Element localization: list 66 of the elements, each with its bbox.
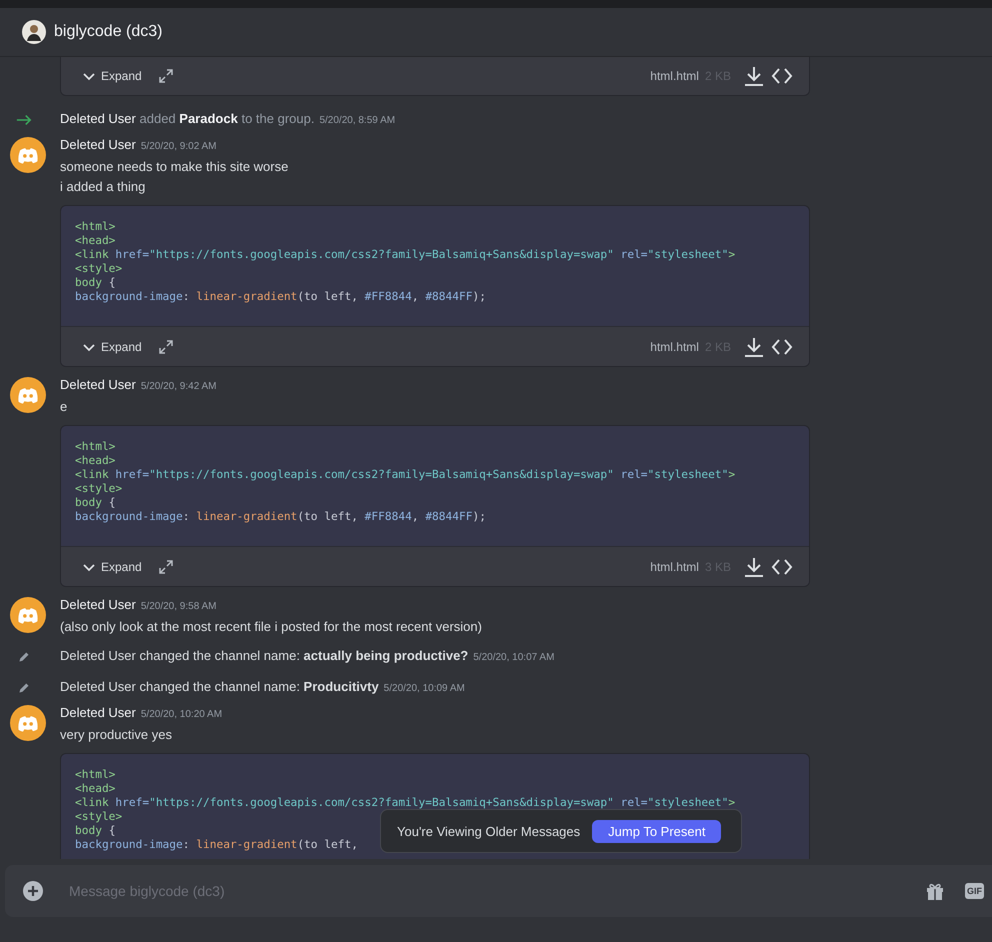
code-icon[interactable]	[771, 66, 793, 86]
code-line: background-image: linear-gradient(to left, #FF8844, #8844FF);	[75, 510, 486, 524]
expand-button[interactable]: Expand	[81, 68, 142, 84]
expand-button[interactable]: Expand	[81, 338, 142, 354]
download-icon[interactable]	[743, 336, 765, 356]
code-line: body {	[75, 276, 116, 290]
system-message: Deleted User changed the channel name: Producitivty	[60, 678, 379, 695]
timestamp: 5/20/20, 9:42 AM	[140, 380, 216, 394]
code-line: <html>	[75, 220, 116, 234]
system-message: Deleted User changed the channel name: actually being productive?	[60, 647, 468, 664]
file-name: html.html	[650, 560, 699, 574]
avatar-icon	[10, 137, 46, 173]
timestamp: 5/20/20, 9:02 AM	[140, 140, 216, 154]
gif-button[interactable]: GIF	[965, 883, 984, 899]
avatar-icon	[10, 377, 46, 413]
message-input[interactable]: Message biglycode (dc3) GIF	[5, 865, 992, 917]
code-line: background-image: linear-gradient(to left, #FF8844, #8844FF);	[75, 290, 486, 304]
author-name[interactable]: Deleted User	[60, 137, 136, 153]
timestamp: 5/20/20, 10:07 AM	[473, 651, 554, 665]
code-icon[interactable]	[771, 336, 793, 356]
jump-to-present-button[interactable]: Jump To Present	[592, 820, 722, 842]
file-name: html.html	[650, 68, 699, 82]
code-icon[interactable]	[771, 556, 793, 576]
timestamp: 5/20/20, 9:58 AM	[140, 600, 216, 614]
message-text: e	[60, 399, 68, 415]
code-line: <style>	[75, 482, 122, 496]
timestamp: 5/20/20, 10:09 AM	[384, 682, 465, 696]
message-text: very productive yes	[60, 727, 173, 743]
fullscreen-icon[interactable]	[158, 338, 174, 354]
fullscreen-icon[interactable]	[158, 68, 174, 84]
download-icon[interactable]	[743, 556, 765, 576]
code-line: <style>	[75, 262, 122, 276]
code-line: <html>	[75, 440, 116, 454]
arrow-icon	[16, 114, 32, 126]
message-text: someone needs to make this site worse	[60, 159, 288, 175]
gift-icon[interactable]	[925, 881, 945, 901]
timestamp: 5/20/20, 10:20 AM	[140, 708, 222, 722]
code-line: <link href="https://fonts.googleapis.com/css2?family=Balsamiq+Sans&display=swap" rel="stylesheet">	[75, 248, 736, 262]
file-name: html.html	[650, 340, 699, 354]
code-line: <link href="https://fonts.googleapis.com/css2?family=Balsamiq+Sans&display=swap" rel="stylesheet">	[75, 796, 736, 810]
avatar-icon	[22, 20, 46, 44]
input-placeholder: Message biglycode (dc3)	[69, 883, 225, 899]
author-name[interactable]: Deleted User	[60, 377, 136, 393]
system-message: Deleted User added Paradock to the group.	[60, 110, 314, 127]
timestamp: 5/20/20, 8:59 AM	[319, 114, 396, 128]
code-line: background-image: linear-gradient(to left,	[75, 838, 358, 852]
fullscreen-icon[interactable]	[158, 558, 174, 574]
expand-button[interactable]: Expand	[81, 558, 142, 574]
code-line: <link href="https://fonts.googleapis.com/css2?family=Balsamiq+Sans&display=swap" rel="stylesheet">	[75, 468, 736, 482]
code-line: <head>	[75, 454, 116, 468]
code-line: body {	[75, 824, 116, 838]
author-name[interactable]: Deleted User	[60, 597, 136, 613]
code-line: body {	[75, 496, 116, 510]
avatar-icon	[10, 705, 46, 741]
code-line: <head>	[75, 234, 116, 248]
add-icon[interactable]	[23, 881, 43, 901]
avatar-icon	[10, 597, 46, 633]
code-line: <head>	[75, 782, 116, 796]
code-line: <html>	[75, 768, 116, 782]
download-icon[interactable]	[743, 66, 765, 86]
message-text: (also only look at the most recent file i posted for the most recent version)	[60, 619, 482, 635]
author-name[interactable]: Deleted User	[60, 705, 136, 721]
code-line: <style>	[75, 810, 122, 824]
channel-title: biglycode (dc3)	[54, 23, 162, 41]
message-text: i added a thing	[60, 179, 146, 195]
notice-text: You're Viewing Older Messages	[397, 824, 580, 838]
